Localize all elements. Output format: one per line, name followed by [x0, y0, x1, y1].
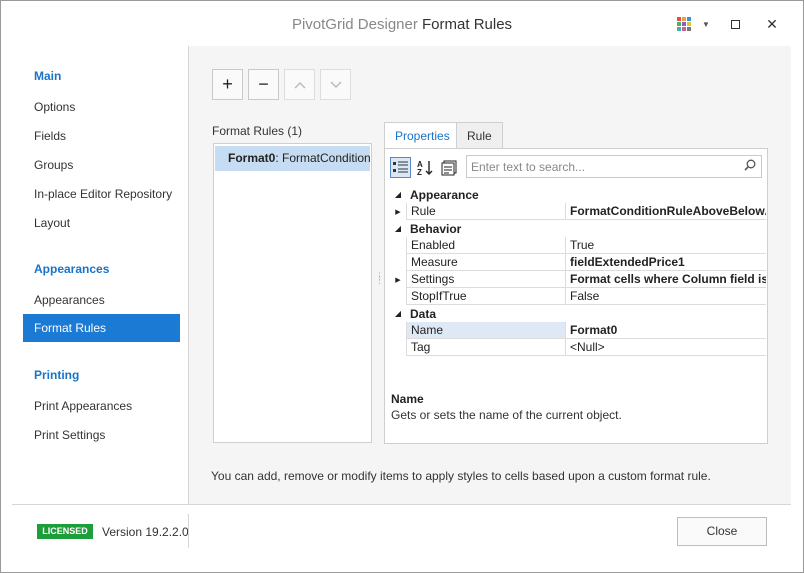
property-search-input[interactable] — [467, 156, 737, 177]
property-grid: ◢ Appearance ▶ Rule FormatConditionRuleA… — [390, 186, 766, 356]
property-row-tag[interactable]: Tag <Null> — [390, 339, 766, 356]
sidebar-item-layout[interactable]: Layout — [23, 209, 180, 237]
sidebar-item-options[interactable]: Options — [23, 93, 180, 121]
property-name: Name — [406, 322, 566, 339]
property-value[interactable]: Format0 — [566, 322, 766, 339]
property-row-enabled[interactable]: Enabled True — [390, 237, 766, 254]
property-value[interactable]: fieldExtendedPrice1 — [566, 254, 766, 271]
property-value[interactable]: True — [566, 237, 766, 254]
description-title: Name — [391, 392, 424, 406]
rule-type: : FormatCondition — [275, 151, 370, 165]
property-row-stopiftrue[interactable]: StopIfTrue False — [390, 288, 766, 305]
property-row-settings[interactable]: ▶ Settings Format cells where Column fie… — [390, 271, 766, 288]
rule-name: Format0 — [228, 151, 276, 165]
property-name: Settings — [406, 271, 566, 288]
property-row-rule[interactable]: ▶ Rule FormatConditionRuleAboveBelowAver… — [390, 203, 766, 220]
hint-text: You can add, remove or modify items to a… — [211, 469, 711, 483]
category-behavior[interactable]: ◢ Behavior — [390, 220, 766, 237]
collapse-triangle-icon[interactable]: ◢ — [390, 309, 406, 318]
search-icon — [744, 159, 756, 174]
property-row-measure[interactable]: Measure fieldExtendedPrice1 — [390, 254, 766, 271]
property-value[interactable]: FormatConditionRuleAboveBelowAverage — [566, 203, 766, 220]
expand-arrow-icon[interactable]: ▶ — [390, 203, 406, 220]
property-name: Tag — [406, 339, 566, 356]
sidebar-item-fields[interactable]: Fields — [23, 122, 180, 150]
categorized-view-icon[interactable] — [390, 157, 411, 178]
property-name: Measure — [406, 254, 566, 271]
sidebar-item-groups[interactable]: Groups — [23, 151, 180, 179]
close-button[interactable]: Close — [677, 517, 767, 546]
format-rules-list[interactable]: Format0: FormatCondition — [213, 143, 372, 443]
sidebar-item-appearances[interactable]: Appearances — [23, 286, 180, 314]
property-row-name[interactable]: Name Format0 — [390, 322, 766, 339]
sidebar-item-format-rules[interactable]: Format Rules — [23, 314, 180, 342]
collapse-triangle-icon[interactable]: ◢ — [390, 224, 406, 233]
chevron-up-icon — [293, 81, 306, 89]
add-rule-button[interactable]: + — [212, 69, 243, 100]
property-search-box[interactable] — [466, 155, 762, 178]
property-grid-panel: AZ ◢ Appearance ▶ Rule F — [384, 148, 768, 444]
nav-group-appearances: Appearances — [34, 262, 110, 276]
splitter-handle[interactable]: ⋮ ⋮ — [375, 272, 384, 292]
property-value[interactable]: Format cells where Column field is — [566, 271, 766, 288]
close-window-icon[interactable]: ✕ — [761, 13, 783, 35]
property-pages-icon[interactable] — [438, 157, 459, 178]
sidebar-item-print-settings[interactable]: Print Settings — [23, 421, 180, 449]
category-label: Appearance — [410, 187, 479, 202]
property-name: StopIfTrue — [406, 288, 566, 305]
sidebar-item-inplace-editor-repository[interactable]: In-place Editor Repository — [23, 180, 180, 208]
alphabetical-sort-icon[interactable]: AZ — [414, 157, 435, 178]
category-label: Data — [410, 306, 437, 321]
category-label: Behavior — [410, 221, 462, 236]
category-data[interactable]: ◢ Data — [390, 305, 766, 322]
license-badge: LICENSED — [37, 524, 93, 539]
nav-group-main: Main — [34, 69, 62, 83]
move-up-button[interactable] — [284, 69, 315, 100]
expand-arrow-icon[interactable]: ▶ — [390, 271, 406, 288]
skin-dropdown-chevron-icon[interactable]: ▼ — [699, 13, 713, 35]
skin-palette-icon[interactable] — [675, 13, 693, 35]
move-down-button[interactable] — [320, 69, 351, 100]
property-value[interactable]: <Null> — [566, 339, 766, 356]
property-name: Enabled — [406, 237, 566, 254]
chevron-down-icon — [329, 80, 342, 88]
sidebar-item-print-appearances[interactable]: Print Appearances — [23, 392, 180, 420]
property-value[interactable]: False — [566, 288, 766, 305]
tab-rule[interactable]: Rule — [456, 122, 503, 148]
tab-properties[interactable]: Properties — [384, 122, 461, 149]
version-label: Version 19.2.2.0 — [102, 525, 189, 539]
sidebar: Main Options Fields Groups In-place Edit… — [12, 46, 188, 504]
window-title-main: Format Rules — [422, 16, 513, 33]
property-name: Rule — [406, 203, 566, 220]
window-title-prefix: PivotGrid Designer — [291, 16, 418, 33]
collapse-triangle-icon[interactable]: ◢ — [390, 190, 406, 199]
svg-text:Z: Z — [417, 168, 422, 176]
title-bar: PivotGrid Designer Format Rules ▼ ✕ — [1, 1, 803, 45]
maximize-icon[interactable] — [725, 13, 745, 35]
format-rules-list-label: Format Rules (1) — [212, 124, 303, 138]
footer-divider — [12, 504, 791, 505]
content-area: + − Format Rules (1) Format0: FormatCond… — [189, 46, 791, 504]
nav-group-printing: Printing — [34, 368, 80, 382]
remove-rule-button[interactable]: − — [248, 69, 279, 100]
description-text: Gets or sets the name of the current obj… — [391, 408, 622, 422]
list-item[interactable]: Format0: FormatCondition — [215, 146, 370, 171]
designer-window: PivotGrid Designer Format Rules ▼ ✕ Main… — [0, 0, 804, 573]
footer-vertical-divider — [188, 514, 189, 548]
category-appearance[interactable]: ◢ Appearance — [390, 186, 766, 203]
